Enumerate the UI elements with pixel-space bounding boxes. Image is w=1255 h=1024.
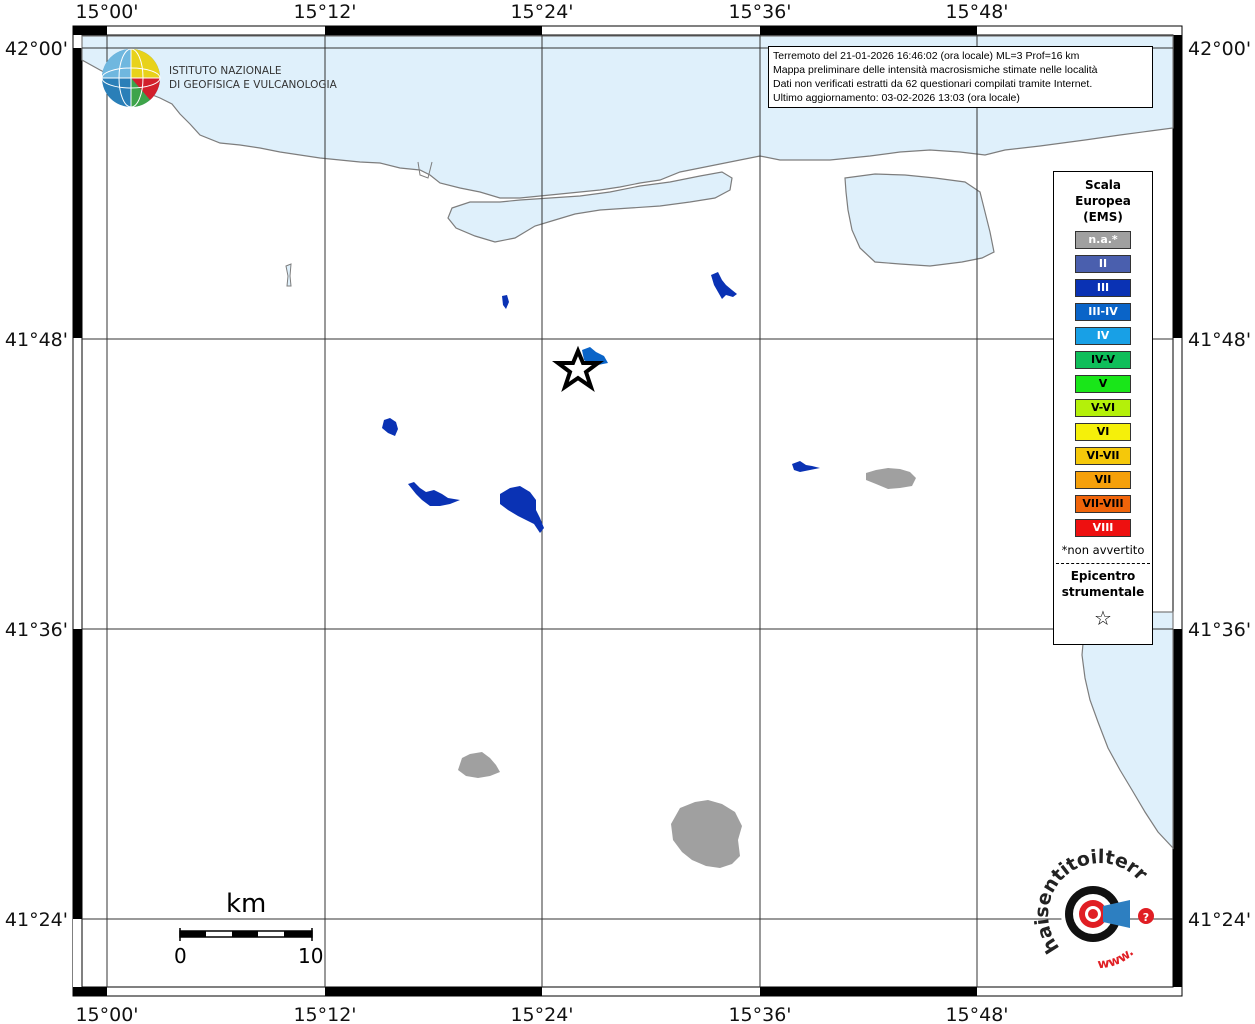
- legend-epicenter-label: Epicentro strumentale: [1054, 568, 1152, 600]
- legend-epicenter-line: strumentale: [1061, 585, 1145, 599]
- legend-item: V-VI: [1075, 399, 1131, 417]
- earthquake-info-box: Terremoto del 21-01-2026 16:46:02 (ora l…: [768, 46, 1153, 108]
- lon-tick-label: 15°00': [75, 1004, 138, 1024]
- legend-item: VI: [1075, 423, 1131, 441]
- lon-tick-label: 15°24': [510, 1004, 573, 1024]
- legend-epicenter-line: Epicentro: [1070, 569, 1136, 583]
- lat-tick-label: 42°00': [1188, 38, 1251, 60]
- legend-note: *non avvertito: [1061, 543, 1145, 557]
- legend-item: VI-VII: [1075, 447, 1131, 465]
- lat-ticks-left: 42°00' 41°48' 41°36' 41°24': [5, 38, 68, 931]
- legend-item: IV-V: [1075, 351, 1131, 369]
- info-line: Ultimo aggiornamento: 03-02-2026 13:03 (…: [773, 92, 1020, 104]
- lat-tick-label: 41°24': [1188, 909, 1251, 931]
- legend-item: VII: [1075, 471, 1131, 489]
- lon-tick-label: 15°12': [293, 1004, 356, 1024]
- ingv-name-line: DI GEOFISICA E VULCANOLOGIA: [169, 79, 337, 91]
- ingv-name-line: ISTITUTO NAZIONALE: [169, 65, 282, 77]
- lon-tick-label: 15°00': [75, 1, 138, 23]
- info-line: Dati non verificati estratti da 62 quest…: [773, 78, 1093, 90]
- legend-item: III-IV: [1075, 303, 1131, 321]
- lat-tick-label: 41°48': [1188, 329, 1251, 351]
- legend-title-line: Scala: [1084, 178, 1122, 192]
- legend-item: n.a.*: [1075, 231, 1131, 249]
- lon-tick-label: 15°48': [945, 1004, 1008, 1024]
- legend-item: II: [1075, 255, 1131, 273]
- legend-items: n.a.* II III III-IV IV IV-V V V-VI VI VI-VII VII VI…: [1054, 231, 1152, 537]
- lon-ticks-bottom: 15°00' 15°12' 15°24' 15°36' 15°48': [75, 1004, 1008, 1024]
- legend-title: Scala Europea (EMS): [1054, 177, 1152, 225]
- scale-min-label: 0: [174, 944, 187, 968]
- info-line: Mappa preliminare delle intensità macros…: [773, 64, 1098, 76]
- ingv-logo-icon: [101, 48, 161, 108]
- legend-divider: [1056, 563, 1150, 564]
- lon-tick-label: 15°36': [728, 1, 791, 23]
- lon-tick-label: 15°24': [510, 1, 573, 23]
- legend-item: III: [1075, 279, 1131, 297]
- lat-tick-label: 42°00': [5, 38, 68, 60]
- lat-tick-label: 41°36': [1188, 619, 1251, 641]
- legend-title-line: (EMS): [1083, 210, 1123, 224]
- lon-ticks-top: 15°00' 15°12' 15°24' 15°36' 15°48': [75, 1, 1008, 23]
- legend-item: V: [1075, 375, 1131, 393]
- lat-tick-label: 41°48': [5, 329, 68, 351]
- svg-text:?: ?: [1143, 911, 1149, 924]
- legend-item: VIII: [1075, 519, 1131, 537]
- varano-lagoon: [844, 173, 995, 267]
- lon-tick-label: 15°36': [728, 1004, 791, 1024]
- legend-item: IV: [1075, 327, 1131, 345]
- lon-tick-label: 15°12': [293, 1, 356, 23]
- ingv-name: ISTITUTO NAZIONALE DI GEOFISICA E VULCAN…: [169, 64, 337, 92]
- legend-title-line: Europea: [1075, 194, 1131, 208]
- epicenter-legend-star-icon: ☆: [1094, 606, 1112, 630]
- lat-tick-label: 41°24': [5, 909, 68, 931]
- scale-max-label: 10: [298, 944, 324, 968]
- info-line: Terremoto del 21-01-2026 16:46:02 (ora l…: [773, 50, 1080, 62]
- scale-title: km: [226, 889, 267, 919]
- lon-tick-label: 15°48': [945, 1, 1008, 23]
- lat-ticks-right: 42°00' 41°48' 41°36' 41°24': [1188, 38, 1251, 931]
- lat-tick-label: 41°36': [5, 619, 68, 641]
- ems-legend: Scala Europea (EMS) n.a.* II III III-IV IV IV…: [1053, 171, 1153, 645]
- legend-item: VII-VIII: [1075, 495, 1131, 513]
